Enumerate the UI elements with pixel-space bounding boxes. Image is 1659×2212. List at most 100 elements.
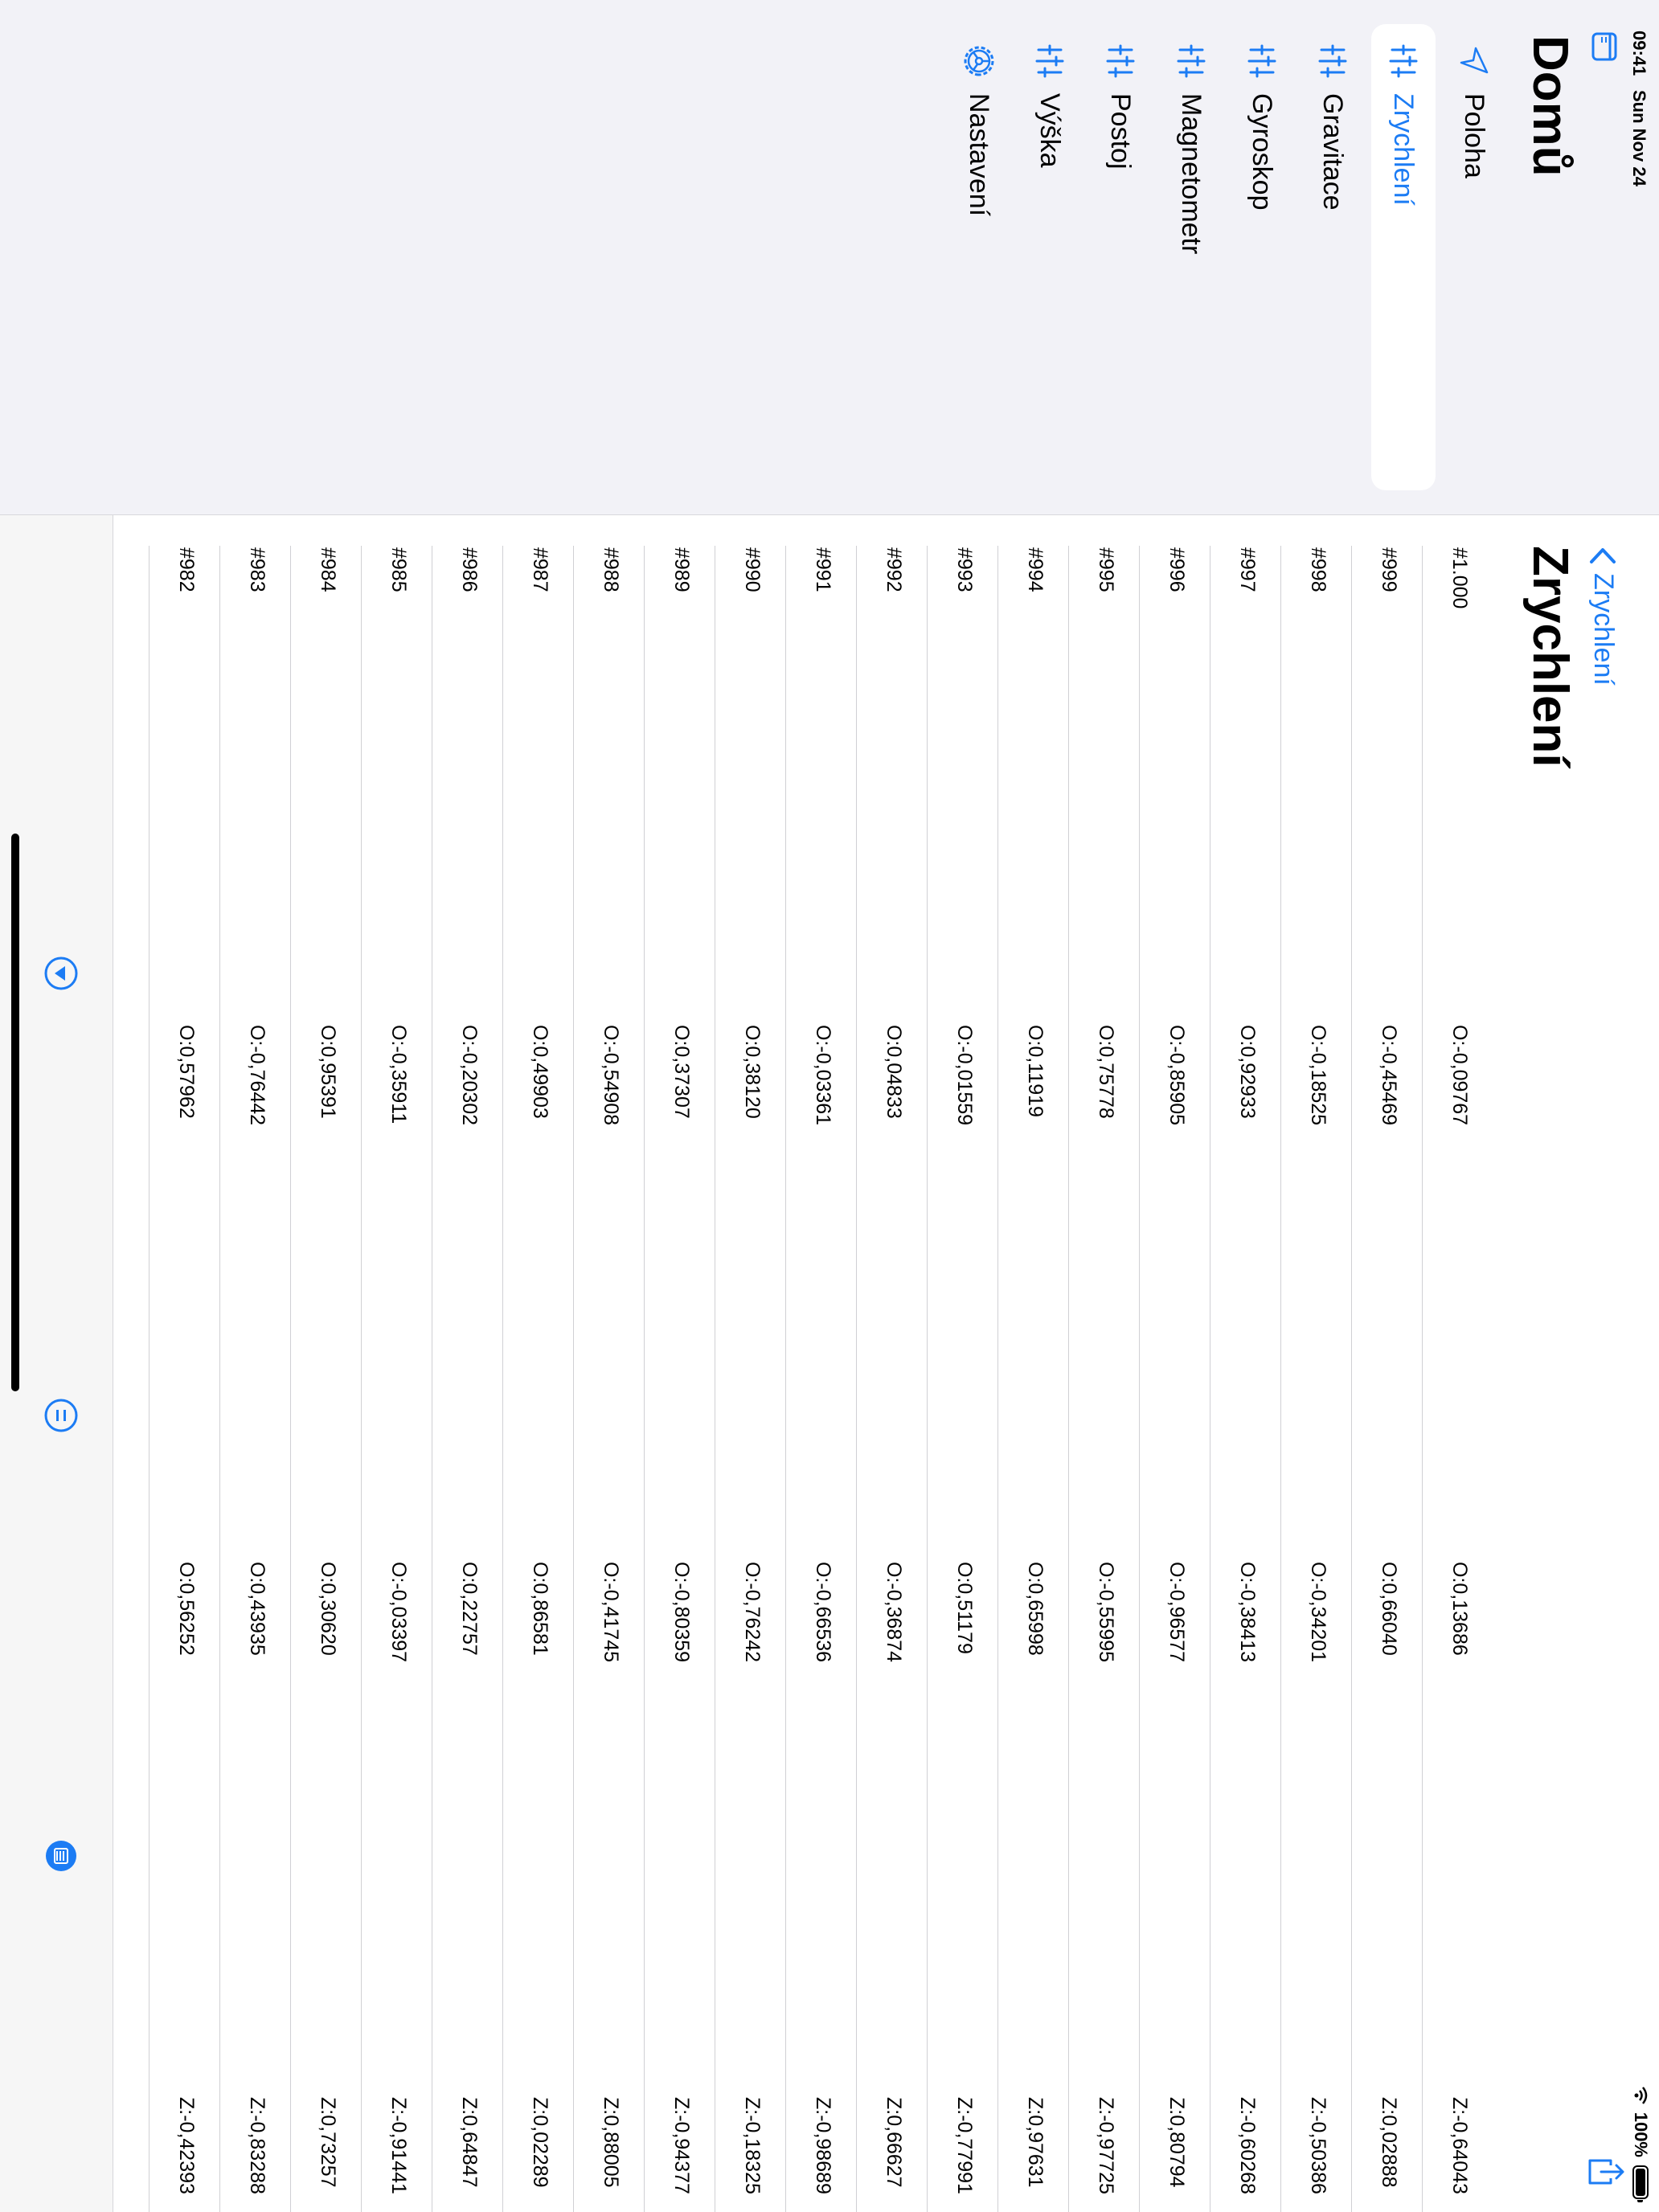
value-z: Z:-0,50386 [1307, 2097, 1329, 2194]
value-b: O:0,66040 [1378, 1562, 1400, 1656]
table-row[interactable]: #997 O:0,92933 O:-0,38413 Z:-0,60268 [1210, 546, 1281, 2212]
value-a: O:-0,76442 [246, 1025, 268, 1126]
status-time: 09:41 [1629, 31, 1649, 76]
table-row[interactable]: #995 O:0,75778 O:-0,55995 Z:-0,97725 [1068, 546, 1140, 2212]
sidebar-item-3[interactable]: Gyroskop [1230, 24, 1294, 490]
value-b: O:0,86581 [529, 1562, 551, 1656]
table-row[interactable]: #987 O:0,49903 O:0,86581 Z:0,02289 [502, 546, 574, 2212]
sensor-bars-icon [1317, 37, 1349, 85]
table-row[interactable]: #991 O:-0,03361 O:-0,66536 Z:-0,98689 [785, 546, 857, 2212]
value-b: O:-0,80359 [670, 1562, 693, 1663]
value-b: O:-0,76242 [741, 1562, 764, 1663]
sidebar: Domů Poloha Zrychlení Gravitace Gyroskop Mag… [0, 0, 1659, 515]
sidebar-item-label: Zrychlení [1388, 93, 1419, 206]
value-b: O:0,43935 [246, 1562, 268, 1656]
value-a: O:-0,85905 [1165, 1025, 1188, 1126]
value-z: Z:0,02888 [1378, 2097, 1400, 2188]
sidebar-item-label: Gravitace [1317, 93, 1349, 211]
table-row[interactable]: #999 O:-0,45469 O:0,66040 Z:0,02888 [1351, 546, 1423, 2212]
row-id: #994 [1024, 547, 1047, 592]
value-a: O:-0,54908 [600, 1025, 622, 1126]
table-row[interactable]: #1.000 O:-0,09767 O:0,13686 Z:-0,64043 [1422, 546, 1493, 2212]
row-id: #999 [1378, 547, 1400, 592]
wifi-icon [1634, 2086, 1648, 2104]
table-row[interactable]: #992 O:0,04833 O:-0,36874 Z:0,66627 [856, 546, 928, 2212]
table-row[interactable]: #996 O:-0,85905 O:-0,96577 Z:0,80794 [1139, 546, 1210, 2212]
sidebar-item-2[interactable]: Gravitace [1301, 24, 1365, 490]
detail-pane: Zrychlení Zrychlení #1.000 O:-0,09767 O:0,… [0, 515, 1659, 2212]
table-row[interactable]: #983 O:-0,76442 O:0,43935 Z:-0,83288 [219, 546, 291, 2212]
value-b: O:-0,03397 [387, 1562, 410, 1663]
table-row[interactable]: #994 O:0,11919 O:0,65998 Z:0,97631 [997, 546, 1069, 2212]
page-title: Zrychlení [1522, 546, 1578, 768]
value-b: O:-0,66536 [812, 1562, 834, 1663]
download-circle-icon[interactable] [43, 956, 79, 991]
value-z: Z:-0,94377 [670, 2097, 693, 2194]
sidebar-item-label: Postoj [1105, 93, 1137, 170]
value-a: O:-0,09767 [1448, 1025, 1471, 1126]
value-z: Z:-0,64043 [1448, 2097, 1471, 2194]
table-row[interactable]: #993 O:-0,01559 O:0,51179 Z:-0,77991 [927, 546, 998, 2212]
row-id: #993 [953, 547, 976, 592]
value-z: Z:-0,60268 [1236, 2097, 1259, 2194]
value-a: O:-0,45469 [1378, 1025, 1400, 1126]
table-row[interactable]: #990 O:0,38120 O:-0,76242 Z:-0,18325 [715, 546, 786, 2212]
value-b: O:0,22757 [458, 1562, 481, 1656]
sidebar-item-4[interactable]: Magnetometr [1159, 24, 1223, 490]
gear-icon [961, 37, 997, 85]
row-id: #998 [1307, 547, 1329, 592]
value-z: Z:0,88005 [600, 2097, 622, 2188]
chevron-left-icon [1590, 548, 1616, 563]
row-id: #983 [246, 547, 268, 592]
status-bar: 09:41 Sun Nov 24 100% [1627, 0, 1659, 2212]
table-row[interactable]: #982 O:0,57962 O:0,56252 Z:-0,42393 [149, 546, 220, 2212]
list-circle-icon[interactable] [43, 1838, 79, 1874]
value-b: O:0,51179 [953, 1562, 976, 1654]
status-date: Sun Nov 24 [1629, 90, 1649, 186]
table-row[interactable]: #985 O:-0,35911 O:-0,03397 Z:-0,91441 [361, 546, 432, 2212]
sidebar-item-label: Výška [1034, 93, 1066, 168]
sidebar-item-label: Gyroskop [1247, 93, 1278, 211]
battery-percent: 100% [1631, 2112, 1651, 2157]
row-id: #992 [883, 547, 905, 592]
table-row[interactable]: #988 O:-0,54908 O:-0,41745 Z:0,88005 [573, 546, 645, 2212]
value-b: O:-0,34201 [1307, 1562, 1329, 1663]
sidebar-item-7[interactable]: Nastavení [947, 24, 1011, 490]
value-b: O:0,65998 [1024, 1562, 1047, 1656]
value-z: Z:0,80794 [1165, 2097, 1188, 2188]
value-z: Z:-0,83288 [246, 2097, 268, 2194]
value-a: O:-0,35911 [387, 1025, 410, 1124]
sidebar-title: Domů [1522, 35, 1578, 177]
sidebar-item-1[interactable]: Zrychlení [1371, 24, 1436, 490]
value-z: Z:0,02289 [529, 2097, 551, 2188]
table-row[interactable]: #998 O:-0,18525 O:-0,34201 Z:-0,50386 [1280, 546, 1352, 2212]
value-z: Z:0,97631 [1024, 2097, 1047, 2188]
pause-circle-icon[interactable] [43, 1398, 79, 1433]
row-id: #997 [1236, 547, 1259, 592]
value-b: O:-0,38413 [1236, 1562, 1259, 1663]
sidebar-item-5[interactable]: Postoj [1088, 24, 1153, 490]
value-z: Z:-0,77991 [953, 2097, 976, 2194]
value-a: O:-0,03361 [812, 1025, 834, 1126]
value-b: O:0,56252 [175, 1562, 198, 1656]
value-z: Z:0,73257 [317, 2097, 339, 2188]
row-id: #988 [600, 547, 622, 592]
sidebar-item-0[interactable]: Poloha [1442, 24, 1506, 490]
value-a: O:-0,20302 [458, 1025, 481, 1126]
value-b: O:-0,96577 [1165, 1562, 1188, 1663]
table-row[interactable]: #984 O:0,95391 O:0,30620 Z:0,73257 [290, 546, 362, 2212]
sidebar-toggle-icon[interactable] [1590, 32, 1619, 61]
sensor-bars-icon [1104, 37, 1137, 85]
table-row[interactable]: #986 O:-0,20302 O:0,22757 Z:0,64847 [432, 546, 503, 2212]
value-z: Z:-0,97725 [1095, 2097, 1117, 2194]
sensor-bars-icon [1246, 37, 1278, 85]
value-a: O:0,49903 [529, 1025, 551, 1119]
table-row[interactable]: #989 O:0,37307 O:-0,80359 Z:-0,94377 [644, 546, 715, 2212]
sidebar-item-6[interactable]: Výška [1018, 24, 1082, 490]
row-id: #984 [317, 547, 339, 592]
value-b: O:-0,41745 [600, 1562, 622, 1663]
sensor-bars-icon [1387, 37, 1419, 85]
row-id: #985 [387, 547, 410, 592]
share-icon[interactable] [1587, 2153, 1625, 2191]
back-button[interactable]: Zrychlení [1587, 546, 1619, 686]
